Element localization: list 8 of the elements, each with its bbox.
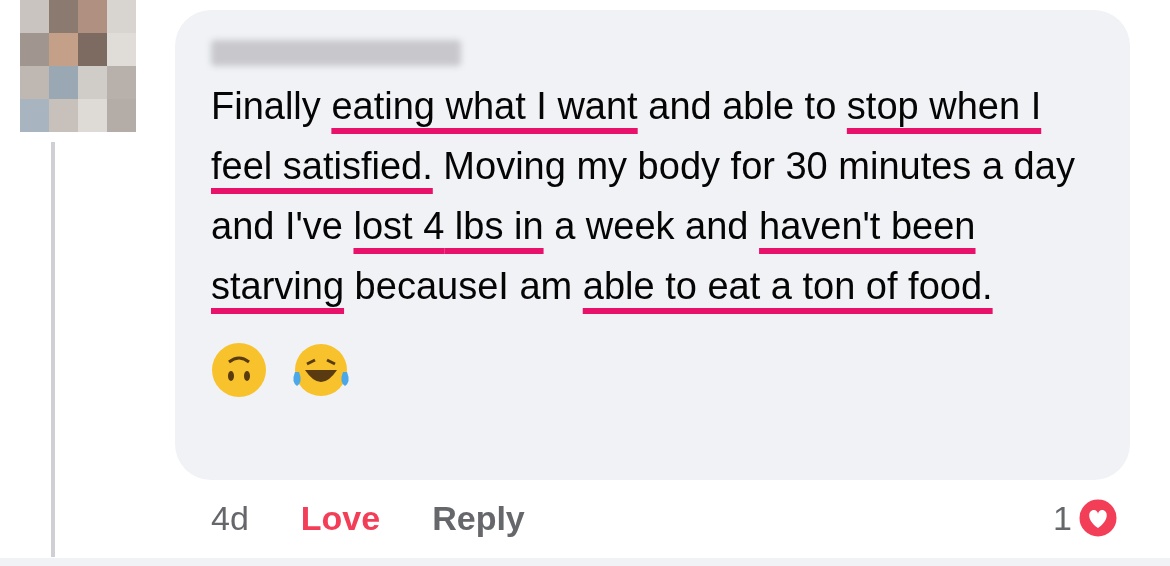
reply-link[interactable]: Reply: [432, 492, 525, 544]
love-reaction-link[interactable]: Love: [300, 492, 381, 544]
heart-reaction-icon: [1076, 496, 1120, 540]
reaction-count: 1: [1053, 497, 1072, 539]
timestamp: 4d: [211, 497, 249, 539]
laughing-tears-icon: [291, 342, 351, 398]
upside-down-face-icon: [211, 342, 267, 398]
comment-text: Finally eating what I want and able to stop when I feel satisfied. Moving my body for 30 minutes a day and I've lost 4 lbs in a week and haven't been starving becauseI am able to eat a ton of food.: [211, 84, 1076, 309]
